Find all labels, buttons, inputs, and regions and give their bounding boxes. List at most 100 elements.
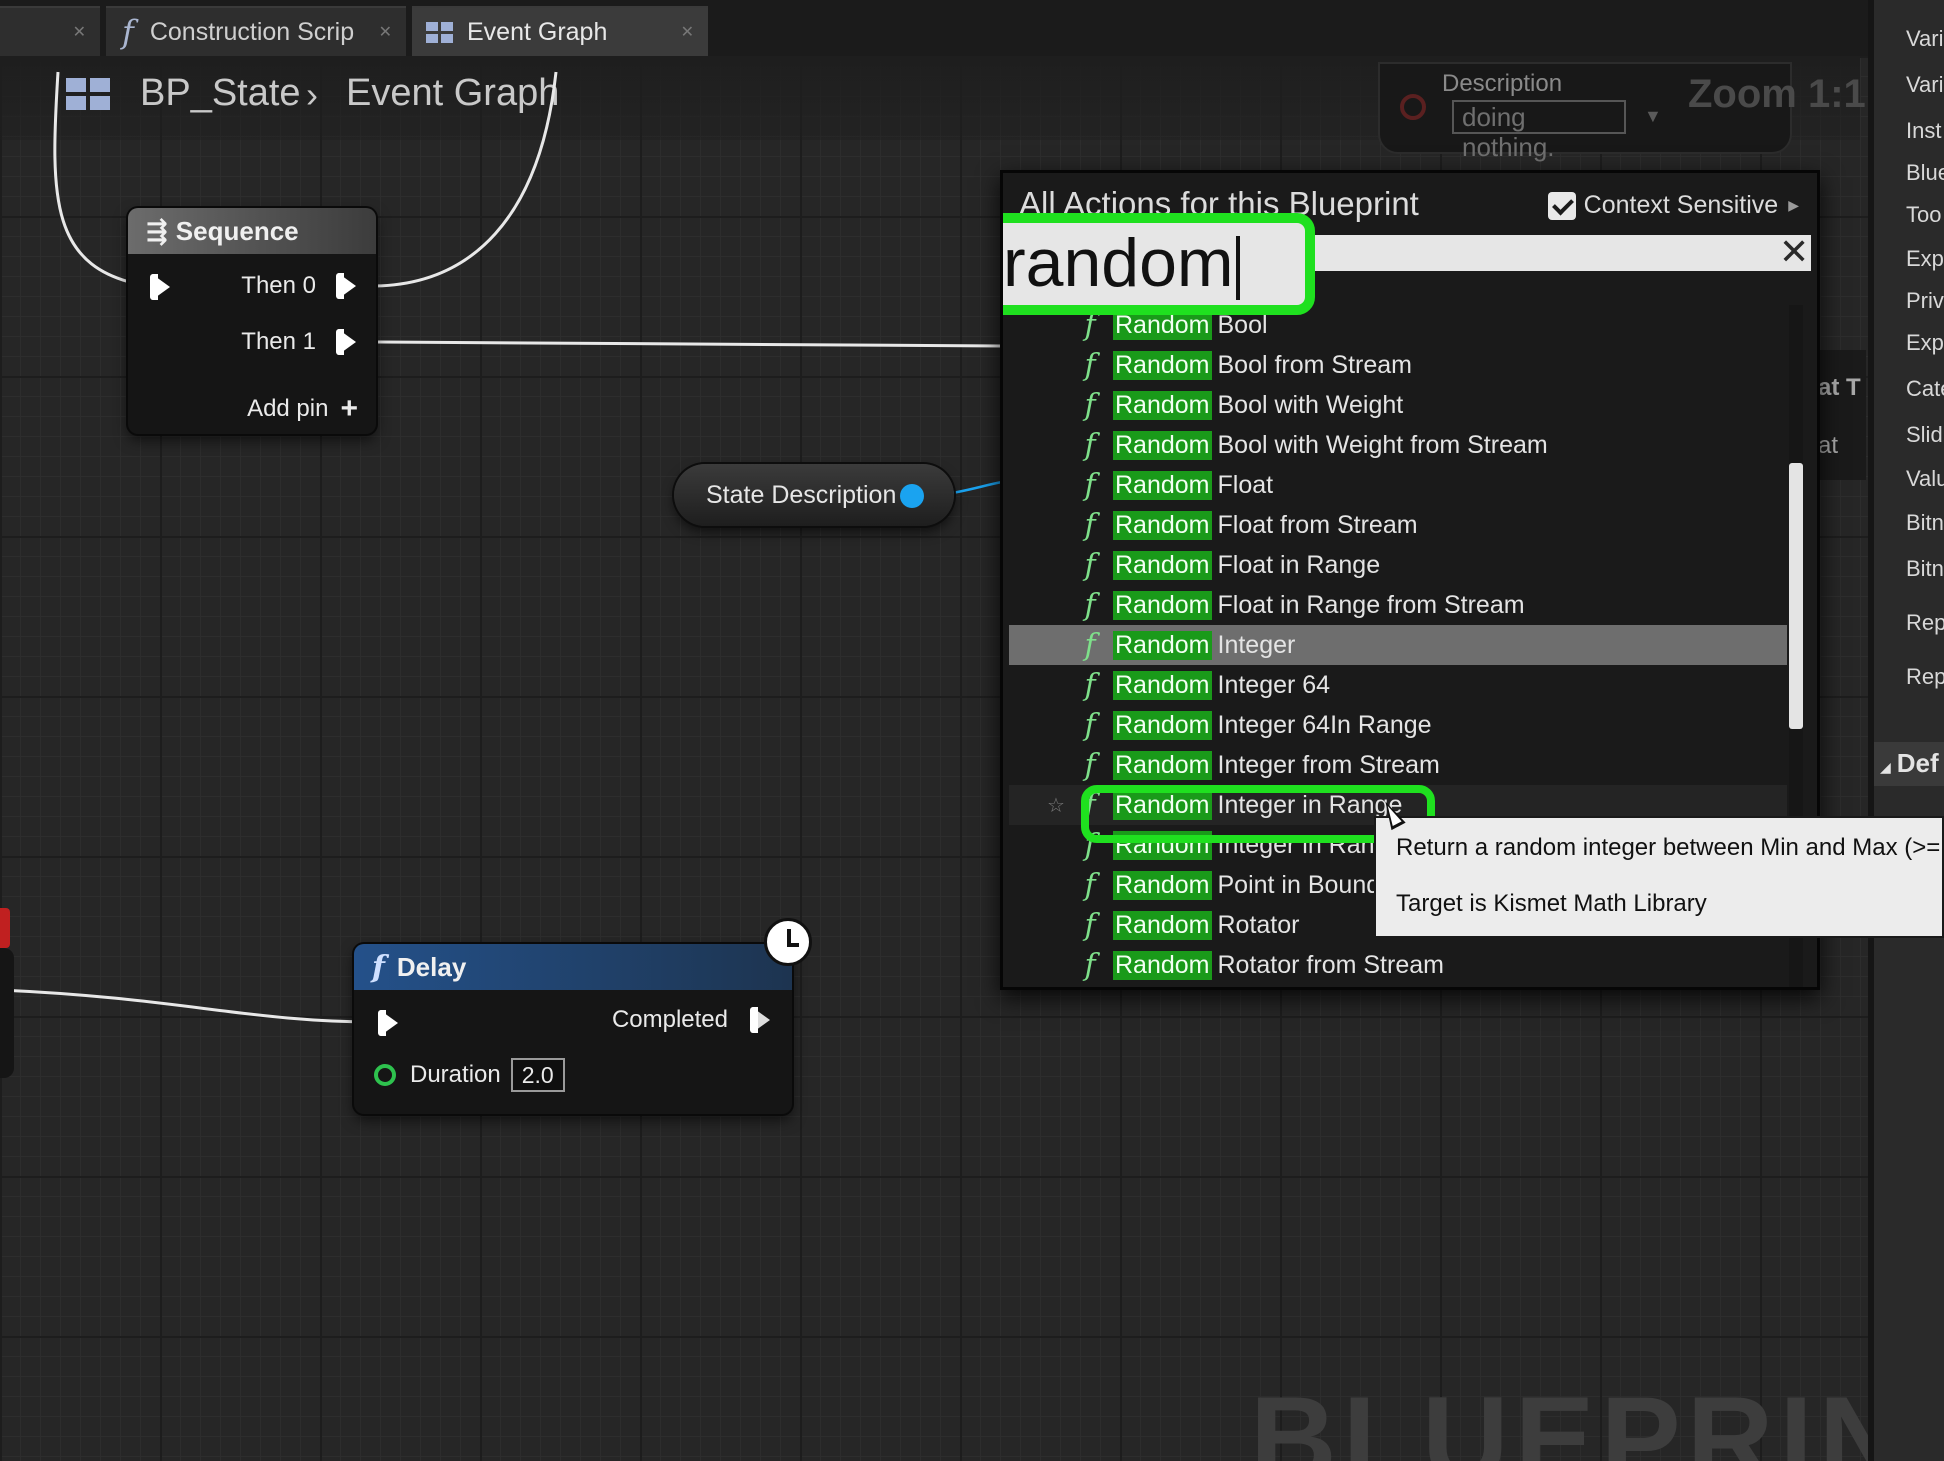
details-panel-item[interactable]: Too bbox=[1906, 202, 1941, 228]
defaults-section-label: ◢ Def bbox=[1880, 748, 1939, 779]
function-icon: f bbox=[1084, 707, 1096, 743]
exec-pin-icon bbox=[150, 274, 170, 300]
output-data-pin[interactable] bbox=[900, 484, 924, 508]
details-panel-item[interactable]: Exp bbox=[1906, 330, 1944, 356]
clock-icon bbox=[764, 918, 812, 966]
function-icon: f bbox=[1084, 667, 1096, 703]
action-item-label: Rotator from Stream bbox=[1217, 950, 1444, 979]
delay-title: Delay bbox=[396, 951, 467, 982]
add-pin-button[interactable]: Add pin + bbox=[247, 392, 358, 426]
details-panel-item[interactable]: Vari bbox=[1906, 26, 1944, 52]
sequence-node[interactable]: ⇶ Sequence Then 0 Then 1 Add pin + bbox=[128, 208, 376, 434]
search-input[interactable]: random bbox=[1003, 213, 1315, 315]
action-item-label: Bool with Weight bbox=[1217, 390, 1404, 419]
delay-node[interactable]: f Delay Completed Duration 2.0 bbox=[354, 944, 792, 1114]
details-panel-item[interactable]: Vari bbox=[1906, 72, 1944, 98]
plus-icon: + bbox=[340, 392, 358, 425]
pin-label: Duration bbox=[410, 1061, 501, 1088]
tooltip-description: Return a random integer between Min and … bbox=[1396, 834, 1941, 861]
action-item[interactable]: f Random Bool from Stream bbox=[1009, 345, 1787, 385]
match-highlight: Random bbox=[1113, 350, 1212, 380]
defaults-section-text: Def bbox=[1896, 748, 1939, 778]
action-item[interactable]: f Random Float bbox=[1009, 465, 1787, 505]
action-item-label: Point in Bound bbox=[1217, 870, 1381, 899]
action-item[interactable]: f Random Bool with Weight bbox=[1009, 385, 1787, 425]
then0-pin[interactable]: Then 0 bbox=[241, 272, 356, 300]
favorite-star-icon[interactable]: ☆ bbox=[1047, 793, 1065, 818]
function-icon: f bbox=[1084, 387, 1096, 423]
details-panel-item[interactable]: Cate bbox=[1906, 376, 1944, 402]
tooltip-target: Target is Kismet Math Library bbox=[1396, 890, 1707, 917]
offscreen-node[interactable] bbox=[0, 948, 14, 1078]
action-item[interactable]: f Random Bool with Weight from Stream bbox=[1009, 425, 1787, 465]
duration-input[interactable]: 2.0 bbox=[510, 1058, 565, 1092]
search-text: random bbox=[1003, 225, 1234, 301]
action-item[interactable]: f Random Integer 64 bbox=[1009, 665, 1787, 705]
obscured-pin-label: at bbox=[1818, 432, 1839, 459]
match-highlight: Random bbox=[1113, 750, 1212, 780]
action-item-label: Integer bbox=[1217, 630, 1296, 659]
obscured-node-title: at T bbox=[1818, 374, 1861, 401]
details-panel-item[interactable]: Blue bbox=[1906, 160, 1944, 186]
clear-search-icon[interactable]: ✕ bbox=[1779, 231, 1809, 273]
function-icon: f bbox=[1084, 627, 1096, 663]
details-panel-item[interactable]: Priv bbox=[1906, 288, 1944, 314]
details-panel-item[interactable]: Exp bbox=[1906, 246, 1944, 272]
match-highlight: Random bbox=[1113, 950, 1212, 980]
completed-pin[interactable]: Completed bbox=[612, 1006, 770, 1034]
duration-pin[interactable]: Duration 2.0 bbox=[374, 1058, 565, 1092]
context-sensitive-toggle[interactable]: Context Sensitive ▶ bbox=[1547, 191, 1799, 220]
match-highlight: Random bbox=[1113, 670, 1212, 700]
exec-pin-icon bbox=[336, 273, 356, 299]
sequence-header[interactable]: ⇶ Sequence bbox=[128, 208, 376, 254]
context-sensitive-checkbox[interactable] bbox=[1547, 191, 1576, 220]
exec-input-pin[interactable] bbox=[150, 274, 170, 300]
action-item[interactable]: f Random Rotator from Stream bbox=[1009, 945, 1787, 985]
exec-pin-icon bbox=[336, 329, 356, 355]
action-item[interactable]: f Random Integer from Stream bbox=[1009, 745, 1787, 785]
function-icon: f bbox=[1084, 907, 1096, 943]
sequence-title: Sequence bbox=[175, 215, 299, 246]
match-highlight: Random bbox=[1113, 390, 1212, 420]
action-item[interactable]: f Random Integer 64In Range bbox=[1009, 705, 1787, 745]
function-icon: f bbox=[1084, 547, 1096, 583]
match-highlight: Random bbox=[1113, 430, 1212, 460]
chevron-right-icon: ▶ bbox=[1788, 197, 1799, 213]
details-panel-item[interactable]: Bitn bbox=[1906, 510, 1944, 536]
action-item[interactable]: f Random Integer bbox=[1009, 625, 1787, 665]
obscured-node[interactable]: at T at bbox=[1816, 350, 1866, 480]
function-icon: f bbox=[1084, 467, 1096, 503]
action-item-label: Bool with Weight from Stream bbox=[1217, 430, 1548, 459]
pin-label: Completed bbox=[611, 1006, 728, 1033]
sequence-icon: ⇶ bbox=[146, 215, 168, 246]
pin-label: Then 0 bbox=[241, 272, 316, 299]
function-icon: f bbox=[1084, 507, 1096, 543]
function-icon: f bbox=[1084, 867, 1096, 903]
details-panel-item[interactable]: Rep bbox=[1906, 664, 1944, 690]
details-panel-item[interactable]: Rep bbox=[1906, 610, 1944, 636]
action-item-label: Rotator bbox=[1217, 910, 1300, 939]
function-icon: f bbox=[1084, 747, 1096, 783]
details-panel-item[interactable]: Bitn bbox=[1906, 556, 1944, 582]
variable-label: State Description bbox=[706, 480, 897, 509]
then1-pin[interactable]: Then 1 bbox=[241, 328, 356, 356]
action-item-label: Float in Range from Stream bbox=[1217, 590, 1525, 619]
function-icon: f bbox=[1084, 347, 1096, 383]
details-panel-item[interactable]: Valu bbox=[1906, 466, 1944, 492]
action-item[interactable]: f Random Float from Stream bbox=[1009, 505, 1787, 545]
action-item[interactable]: f Random Float in Range bbox=[1009, 545, 1787, 585]
match-highlight: Random bbox=[1113, 470, 1212, 500]
delay-header[interactable]: f Delay bbox=[354, 944, 792, 990]
action-item-label: Integer 64In Range bbox=[1217, 710, 1432, 739]
details-panel-item[interactable]: Inst bbox=[1906, 118, 1941, 144]
add-pin-label: Add pin bbox=[247, 395, 329, 422]
exec-input-pin[interactable] bbox=[378, 1010, 398, 1036]
action-item-label: Bool from Stream bbox=[1217, 350, 1413, 379]
scrollbar-thumb[interactable] bbox=[1789, 463, 1803, 729]
details-panel-item[interactable]: Slid bbox=[1906, 422, 1943, 448]
tooltip: Return a random integer between Min and … bbox=[1374, 816, 1944, 938]
match-highlight: Random bbox=[1113, 870, 1212, 900]
event-node-edge bbox=[0, 908, 10, 948]
match-highlight: Random bbox=[1113, 630, 1212, 660]
action-item[interactable]: f Random Float in Range from Stream bbox=[1009, 585, 1787, 625]
